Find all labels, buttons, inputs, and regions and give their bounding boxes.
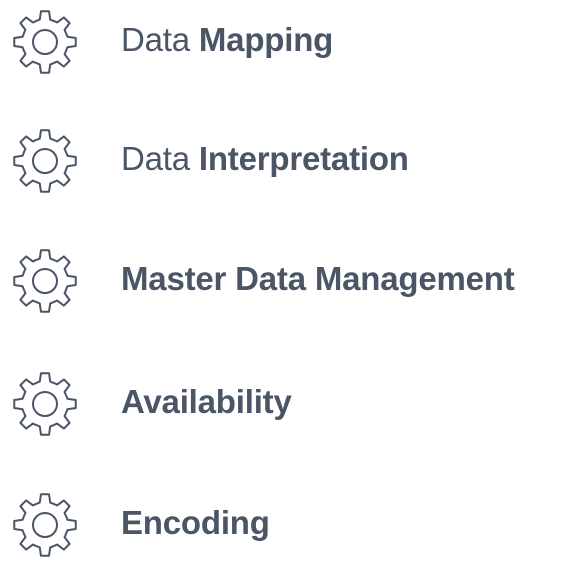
item-label: Availability (121, 382, 292, 422)
gear-icon (7, 487, 83, 563)
gear-icon (7, 123, 83, 199)
item-label-bold: Interpretation (198, 140, 409, 177)
list-item: Data Interpretation (0, 123, 581, 203)
item-label: Master Data Management (121, 259, 515, 299)
item-label-bold: Master Data Management (121, 260, 515, 297)
list-item: Data Mapping (0, 4, 581, 84)
item-label: Encoding (121, 503, 270, 543)
item-label-bold: Encoding (121, 504, 270, 541)
item-label-bold: Mapping (198, 21, 334, 58)
list-item: Encoding (0, 487, 581, 567)
list-item: Availability (0, 366, 581, 446)
item-label: Data Mapping (121, 20, 333, 60)
gear-icon (7, 366, 83, 442)
gear-icon (7, 243, 83, 319)
item-label-light: Data (121, 140, 190, 177)
list-item: Master Data Management (0, 243, 581, 323)
item-label: Data Interpretation (121, 139, 409, 179)
gear-icon (7, 4, 83, 80)
item-label-bold: Availability (121, 383, 292, 420)
feature-list: Data Mapping Data Interpretation Master … (0, 0, 581, 558)
item-label-light: Data (121, 21, 190, 58)
